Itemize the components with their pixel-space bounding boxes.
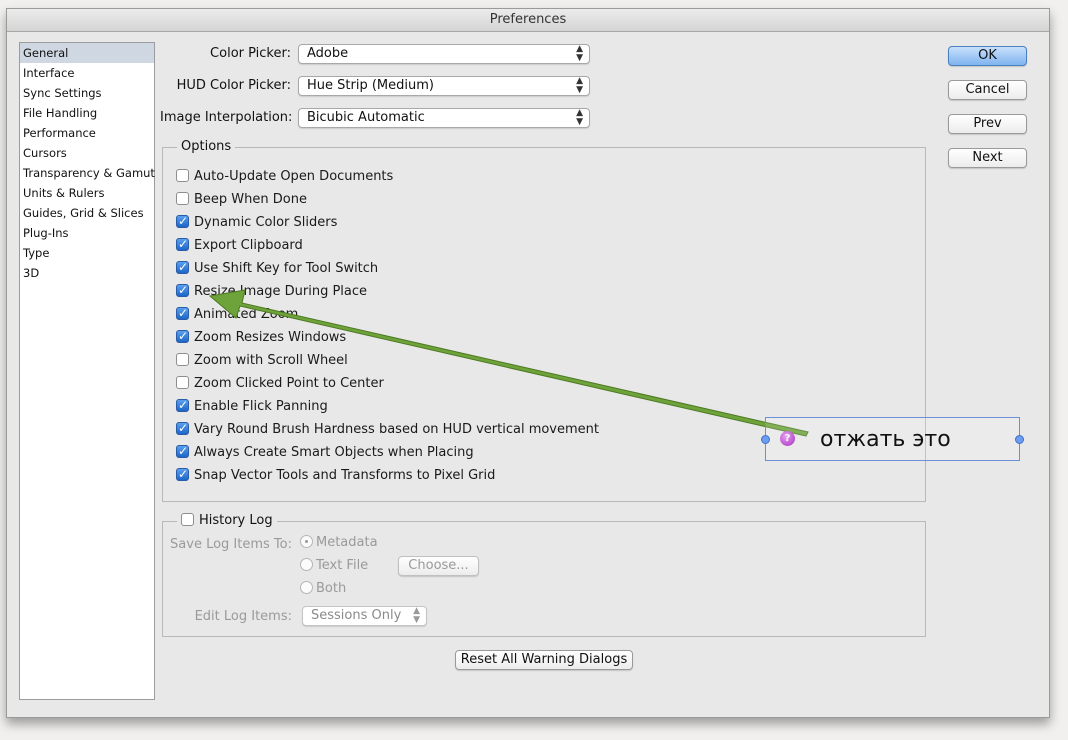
prev-button[interactable]: Prev — [948, 114, 1027, 134]
color-picker-select[interactable]: Adobe ▲ ▼ — [298, 44, 590, 64]
annotation-text: отжать это — [820, 427, 951, 452]
choose-button[interactable]: Choose... — [398, 556, 479, 576]
radio-icon[interactable] — [300, 558, 313, 571]
option-checkbox-row[interactable]: Dynamic Color Sliders — [176, 212, 338, 232]
checkbox-unchecked-icon[interactable] — [176, 169, 189, 182]
sidebar-item-type[interactable]: Type — [20, 243, 154, 263]
sidebar-item-sync-settings[interactable]: Sync Settings — [20, 83, 154, 103]
sidebar-item-interface[interactable]: Interface — [20, 63, 154, 83]
select-arrows-icon: ▲ ▼ — [576, 76, 583, 95]
option-label: Enable Flick Panning — [194, 399, 328, 414]
next-button[interactable]: Next — [948, 148, 1027, 168]
select-arrows-icon: ▲ ▼ — [576, 44, 583, 63]
checkbox-checked-icon[interactable] — [176, 235, 189, 253]
annotation-note[interactable]: ? отжать это — [761, 417, 1024, 461]
options-legend: Options — [177, 139, 236, 154]
edit-log-select[interactable]: Sessions Only ▲ ▼ — [302, 606, 427, 626]
option-checkbox-row[interactable]: Zoom with Scroll Wheel — [176, 352, 348, 370]
option-label: Use Shift Key for Tool Switch — [194, 261, 379, 276]
hud-color-picker-label: HUD Color Picker: — [176, 78, 291, 93]
history-log-legend[interactable]: History Log — [177, 513, 277, 528]
ok-button[interactable]: OK — [948, 46, 1027, 66]
option-label: Zoom with Scroll Wheel — [194, 353, 348, 368]
option-checkbox-row[interactable]: Animated Zoom — [176, 304, 299, 324]
select-arrows-icon: ▲ ▼ — [576, 108, 583, 127]
option-checkbox-row[interactable]: Use Shift Key for Tool Switch — [176, 258, 379, 278]
option-label: Vary Round Brush Hardness based on HUD v… — [194, 422, 599, 437]
sidebar-item-3d[interactable]: 3D — [20, 263, 154, 283]
checkbox-checked-icon[interactable] — [176, 419, 189, 437]
history-radio-option[interactable]: Text File — [300, 557, 368, 575]
checkbox-checked-icon[interactable] — [176, 442, 189, 460]
sidebar-item-plug-ins[interactable]: Plug-Ins — [20, 223, 154, 243]
history-radio-option[interactable]: Both — [300, 580, 346, 598]
window-title: Preferences — [7, 9, 1049, 32]
color-picker-label: Color Picker: — [210, 46, 291, 61]
cancel-button[interactable]: Cancel — [948, 80, 1027, 100]
option-checkbox-row[interactable]: Export Clipboard — [176, 235, 303, 255]
sidebar-item-general[interactable]: General — [20, 43, 154, 63]
radio-icon[interactable] — [300, 581, 313, 594]
preferences-sidebar: General Interface Sync Settings File Handli… — [19, 42, 155, 700]
reset-warning-dialogs-button[interactable]: Reset All Warning Dialogs — [455, 650, 633, 670]
option-checkbox-row[interactable]: Enable Flick Panning — [176, 396, 328, 416]
checkbox-unchecked-icon[interactable] — [176, 353, 189, 366]
option-label: Always Create Smart Objects when Placing — [194, 445, 474, 460]
option-checkbox-row[interactable]: Zoom Clicked Point to Center — [176, 375, 384, 393]
question-icon: ? — [780, 431, 795, 446]
option-checkbox-row[interactable]: Zoom Resizes Windows — [176, 327, 347, 347]
image-interpolation-select[interactable]: Bicubic Automatic ▲ ▼ — [298, 108, 590, 128]
hud-color-picker-select[interactable]: Hue Strip (Medium) ▲ ▼ — [298, 76, 590, 96]
checkbox-checked-icon[interactable] — [176, 281, 189, 299]
sidebar-item-units-rulers[interactable]: Units & Rulers — [20, 183, 154, 203]
sidebar-item-transparency-gamut[interactable]: Transparency & Gamut — [20, 163, 155, 183]
save-log-label: Save Log Items To: — [170, 537, 292, 552]
checkbox-checked-icon[interactable] — [176, 396, 189, 414]
history-log-checkbox[interactable] — [181, 513, 194, 526]
sidebar-item-performance[interactable]: Performance — [20, 123, 154, 143]
option-checkbox-row[interactable]: Auto-Update Open Documents — [176, 168, 393, 186]
option-checkbox-row[interactable]: Always Create Smart Objects when Placing — [176, 442, 474, 462]
option-checkbox-row[interactable]: Resize Image During Place — [176, 281, 368, 301]
note-handle-right[interactable] — [1015, 435, 1024, 444]
edit-log-label: Edit Log Items: — [194, 609, 292, 624]
option-label: Snap Vector Tools and Transforms to Pixe… — [194, 468, 496, 483]
checkbox-checked-icon[interactable] — [176, 304, 189, 322]
checkbox-checked-icon[interactable] — [176, 465, 189, 483]
sidebar-item-cursors[interactable]: Cursors — [20, 143, 154, 163]
option-label: Export Clipboard — [194, 238, 303, 253]
option-label: Zoom Clicked Point to Center — [194, 376, 384, 391]
option-label: Dynamic Color Sliders — [194, 215, 338, 230]
option-checkbox-row[interactable]: Snap Vector Tools and Transforms to Pixe… — [176, 465, 496, 485]
sidebar-item-guides-grid-slices[interactable]: Guides, Grid & Slices — [20, 203, 154, 223]
radio-label: Both — [316, 581, 347, 596]
checkbox-checked-icon[interactable] — [176, 327, 189, 345]
checkbox-unchecked-icon[interactable] — [176, 192, 189, 205]
radio-label: Text File — [316, 558, 369, 573]
checkbox-checked-icon[interactable] — [176, 258, 189, 276]
select-arrows-icon: ▲ ▼ — [413, 606, 420, 625]
option-checkbox-row[interactable]: Vary Round Brush Hardness based on HUD v… — [176, 419, 599, 439]
sidebar-item-file-handling[interactable]: File Handling — [20, 103, 154, 123]
image-interpolation-label: Image Interpolation: — [160, 110, 293, 125]
radio-icon[interactable] — [300, 535, 313, 548]
history-radio-option[interactable]: Metadata — [300, 534, 378, 552]
checkbox-unchecked-icon[interactable] — [176, 376, 189, 389]
option-label: Animated Zoom — [194, 307, 299, 322]
option-label: Auto-Update Open Documents — [194, 169, 394, 184]
option-checkbox-row[interactable]: Beep When Done — [176, 191, 307, 209]
radio-label: Metadata — [316, 535, 378, 550]
note-handle-left[interactable] — [761, 435, 770, 444]
option-label: Zoom Resizes Windows — [194, 330, 347, 345]
checkbox-checked-icon[interactable] — [176, 212, 189, 230]
option-label: Resize Image During Place — [194, 284, 368, 299]
option-label: Beep When Done — [194, 192, 307, 207]
